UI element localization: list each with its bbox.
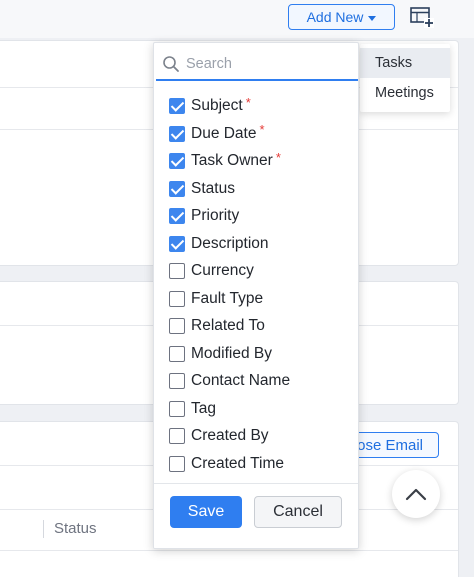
page: Add New pose Email Status Tasks Meetings…: [0, 0, 474, 577]
module-item-meetings[interactable]: Meetings: [360, 78, 450, 108]
cancel-button[interactable]: Cancel: [254, 496, 342, 528]
field-option[interactable]: Due Date *: [169, 122, 355, 145]
field-label: Contact Name: [191, 372, 291, 389]
field-option[interactable]: Description: [169, 233, 355, 255]
checkbox-unchecked[interactable]: [169, 345, 185, 362]
fields-list: Subject * Due Date * Task Owner * Status Priori…: [154, 91, 358, 483]
field-option[interactable]: Task Owner *: [169, 150, 355, 172]
save-button[interactable]: Save: [170, 496, 242, 528]
dropdown-footer: Save Cancel: [154, 483, 358, 548]
field-label: Tag: [191, 399, 216, 417]
field-label: Task Owner: [191, 152, 273, 169]
module-item-label: Meetings: [375, 85, 434, 101]
checkbox-checked[interactable]: [169, 125, 185, 142]
add-new-label: Add New: [306, 9, 364, 25]
field-label: Modified By: [191, 344, 272, 362]
checkbox-checked[interactable]: [169, 153, 185, 169]
checkbox-unchecked[interactable]: [169, 290, 185, 307]
field-option[interactable]: Status: [169, 178, 355, 200]
module-item-tasks[interactable]: Tasks: [360, 48, 450, 78]
add-new-button[interactable]: Add New: [288, 4, 395, 30]
field-option[interactable]: Priority: [169, 205, 355, 227]
field-option[interactable]: Tag: [169, 398, 355, 420]
field-label: Currency: [191, 262, 254, 279]
field-picker-dropdown: Subject*Due Date*Task Owner*StatusPriori…: [153, 42, 359, 549]
required-mark: *: [275, 149, 281, 165]
module-menu: Tasks Meetings: [360, 44, 450, 112]
checkbox-checked[interactable]: [169, 235, 185, 252]
field-option[interactable]: Contact Name: [169, 370, 355, 392]
search-box: [156, 47, 358, 81]
search-input[interactable]: [184, 52, 352, 76]
field-option[interactable]: Currency: [169, 260, 355, 282]
field-option[interactable]: Fault Type: [169, 288, 355, 310]
required-mark: *: [245, 94, 251, 110]
field-label: Description: [191, 234, 269, 252]
field-label: Related To: [191, 317, 265, 334]
checkbox-unchecked[interactable]: [169, 373, 185, 389]
field-option[interactable]: Created By: [169, 425, 355, 447]
field-option[interactable]: Modified By: [169, 343, 355, 365]
module-item-label: Tasks: [375, 55, 413, 71]
field-option[interactable]: Related To: [169, 315, 355, 337]
search-icon: [163, 56, 179, 72]
required-mark: *: [259, 122, 265, 137]
compose-email-label: pose Email: [348, 436, 423, 454]
checkbox-unchecked[interactable]: [169, 428, 185, 444]
checkbox-unchecked[interactable]: [169, 263, 185, 279]
field-label: Priority: [191, 207, 240, 224]
checkbox-checked[interactable]: [169, 180, 185, 197]
checkbox-checked[interactable]: [169, 98, 185, 114]
field-label: Status: [191, 179, 235, 197]
field-label: Subject: [191, 97, 243, 114]
checkbox-unchecked[interactable]: [169, 400, 185, 417]
field-label: Fault Type: [191, 289, 264, 307]
field-label: Created By: [191, 427, 269, 444]
column-separator: [43, 520, 44, 538]
caret-down-icon: [368, 15, 377, 21]
checkbox-unchecked[interactable]: [169, 318, 185, 334]
field-option[interactable]: Created Time: [169, 453, 355, 475]
chevron-up-icon: [405, 488, 427, 501]
field-option[interactable]: Subject *: [169, 95, 355, 117]
table-header-status: Status: [54, 520, 97, 537]
top-toolbar: Add New: [0, 0, 474, 38]
scroll-to-top-button[interactable]: [392, 470, 440, 518]
field-label: Created Time: [191, 454, 285, 472]
checkbox-unchecked[interactable]: [169, 455, 185, 472]
field-label: Due Date: [191, 124, 257, 142]
table-add-icon[interactable]: [409, 5, 435, 29]
checkbox-checked[interactable]: [169, 208, 185, 224]
